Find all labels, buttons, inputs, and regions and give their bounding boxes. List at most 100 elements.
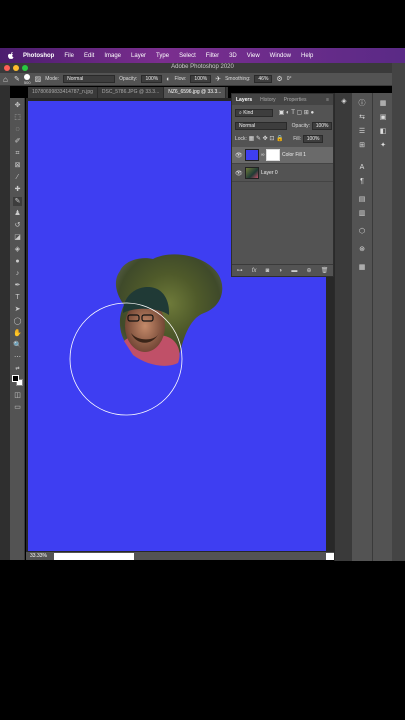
foreground-color-swatch[interactable] xyxy=(12,375,19,382)
eyedropper-tool-icon[interactable]: ⁄ xyxy=(13,173,22,182)
blur-tool-icon[interactable]: ● xyxy=(13,257,22,266)
screen-mode-icon[interactable]: ▭ xyxy=(13,403,22,412)
menu-help[interactable]: Help xyxy=(296,53,318,59)
menu-type[interactable]: Type xyxy=(151,53,174,59)
ellipse-tool-icon[interactable]: ◯ xyxy=(13,317,22,326)
lasso-tool-icon[interactable]: ◌ xyxy=(13,125,22,134)
zoom-level[interactable]: 33.33% xyxy=(30,553,47,559)
filter-toggle-icon[interactable]: ● xyxy=(310,110,314,116)
smoothing-input[interactable]: 46% xyxy=(254,75,273,83)
move-tool-icon[interactable]: ✥ xyxy=(13,101,22,110)
menu-edit[interactable]: Edit xyxy=(79,53,99,59)
lock-paint-icon[interactable]: ✎ xyxy=(256,136,261,142)
mode-select[interactable]: Normal xyxy=(63,75,116,83)
menu-3d[interactable]: 3D xyxy=(224,53,242,59)
lock-move-icon[interactable]: ✥ xyxy=(263,136,268,142)
hand-tool-icon[interactable]: ✋ xyxy=(13,329,22,338)
menu-filter[interactable]: Filter xyxy=(201,53,224,59)
tab-layers[interactable]: Layers xyxy=(232,97,256,103)
doc-tab-2[interactable]: DSC_5786.JPG @ 33.3... xyxy=(98,87,165,98)
paint-bucket-icon[interactable]: ◈ xyxy=(13,245,22,254)
paths-icon[interactable]: ⊛ xyxy=(357,245,367,255)
menu-image[interactable]: Image xyxy=(99,53,126,59)
brushes-icon[interactable]: ✦ xyxy=(378,141,388,151)
menu-view[interactable]: View xyxy=(242,53,265,59)
tab-properties[interactable]: Properties xyxy=(280,97,311,103)
brush-tool-icon[interactable]: ✎ xyxy=(14,75,20,83)
menu-select[interactable]: Select xyxy=(174,53,201,59)
quick-mask-icon[interactable]: ◫ xyxy=(13,391,22,400)
3d-icon[interactable]: ⬡ xyxy=(357,227,367,237)
doc-tab-1[interactable]: 10780699833414787_n.jpg xyxy=(28,87,98,98)
eraser-tool-icon[interactable]: ◪ xyxy=(13,233,22,242)
crop-tool-icon[interactable]: ⌗ xyxy=(13,149,22,158)
layer-mask-thumbnail[interactable] xyxy=(266,149,280,161)
angle-value[interactable]: 0° xyxy=(287,76,292,82)
menu-file[interactable]: File xyxy=(59,53,79,59)
adjustment-icon[interactable]: ◑ xyxy=(279,268,283,274)
properties-icon[interactable]: ▦ xyxy=(378,99,388,109)
layer-row-layer-0[interactable]: 👁 Layer 0 xyxy=(232,165,333,182)
visibility-eye-icon[interactable]: 👁 xyxy=(235,170,243,177)
dodge-tool-icon[interactable]: ♪ xyxy=(13,269,22,278)
swap-colors-icon[interactable]: ⇄ xyxy=(13,365,22,374)
info-icon[interactable]: ⓘ xyxy=(357,99,367,109)
apple-menu-icon[interactable] xyxy=(4,52,18,59)
filter-adjust-icon[interactable]: ◐ xyxy=(286,110,290,116)
history-icon[interactable]: ▣ xyxy=(378,113,388,123)
levels-icon[interactable]: ☰ xyxy=(357,127,367,137)
airbrush-icon[interactable]: ✈ xyxy=(215,75,221,83)
paragraph-icon[interactable]: ¶ xyxy=(357,177,367,187)
tab-history[interactable]: History xyxy=(256,97,280,103)
mask-icon[interactable]: ◙ xyxy=(266,268,270,274)
pressure-opacity-icon[interactable]: ◐ xyxy=(166,76,170,83)
home-icon[interactable]: ⌂ xyxy=(3,75,8,84)
lock-all-icon[interactable]: 🔒 xyxy=(276,136,283,142)
filter-pixel-icon[interactable]: ▣ xyxy=(279,110,285,116)
brush-settings-icon[interactable]: ▨ xyxy=(35,75,42,83)
notes-icon[interactable]: ▤ xyxy=(357,195,367,205)
opacity-input[interactable]: 100% xyxy=(141,75,163,83)
layer-name[interactable]: Layer 0 xyxy=(261,170,278,176)
brush-tool-icon[interactable]: ✎ xyxy=(13,197,22,206)
swatches-grid-icon[interactable]: ▦ xyxy=(357,263,367,273)
lock-pixels-icon[interactable]: ▦ xyxy=(249,136,255,142)
flow-input[interactable]: 100% xyxy=(190,75,212,83)
menu-layer[interactable]: Layer xyxy=(126,53,151,59)
visibility-eye-icon[interactable]: 👁 xyxy=(235,152,243,159)
menu-window[interactable]: Window xyxy=(265,53,296,59)
filter-type-icon[interactable]: T xyxy=(291,110,295,116)
color-icon[interactable]: ◧ xyxy=(378,127,388,137)
adjust-panel-icon[interactable]: ⇆ xyxy=(357,113,367,123)
type-tool-icon[interactable]: T xyxy=(13,293,22,302)
filter-shape-icon[interactable]: ▢ xyxy=(296,110,302,116)
healing-brush-icon[interactable]: ✚ xyxy=(13,185,22,194)
path-select-icon[interactable]: ➤ xyxy=(13,305,22,314)
pen-tool-icon[interactable]: ✒ xyxy=(13,281,22,290)
filter-smart-icon[interactable]: ⊞ xyxy=(304,110,309,116)
filter-kind-select[interactable]: ⌕ Kind xyxy=(235,109,273,117)
layer-fill-input[interactable]: 100% xyxy=(302,135,324,143)
quick-select-tool-icon[interactable]: ✐ xyxy=(13,137,22,146)
glyphs-icon[interactable]: ▥ xyxy=(357,209,367,219)
layer-row-color-fill[interactable]: 👁 ∞ Color Fill 1 xyxy=(232,147,333,164)
blend-mode-select[interactable]: Normal xyxy=(235,122,287,130)
trash-icon[interactable]: 🗑 xyxy=(321,267,329,274)
marquee-tool-icon[interactable]: ⬚ xyxy=(13,113,22,122)
menu-photoshop[interactable]: Photoshop xyxy=(18,53,59,59)
panel-menu-icon[interactable]: ≡ xyxy=(322,97,333,103)
more-tools-icon[interactable]: ⋯ xyxy=(13,353,22,362)
layer-name[interactable]: Color Fill 1 xyxy=(282,152,306,158)
lock-artboard-icon[interactable]: ⊡ xyxy=(269,136,274,142)
group-icon[interactable]: ▬ xyxy=(291,268,297,274)
doc-tab-3[interactable]: NZ6_6596.jpg @ 33.3... xyxy=(164,87,227,98)
layer-opacity-input[interactable]: 100% xyxy=(311,122,333,130)
clone-stamp-icon[interactable]: ♟ xyxy=(13,209,22,218)
zoom-tool-icon[interactable]: 🔍 xyxy=(13,341,22,350)
brush-preset-picker[interactable]: 500 xyxy=(24,73,31,85)
new-layer-icon[interactable]: ⊕ xyxy=(307,267,312,274)
frame-tool-icon[interactable]: ⊠ xyxy=(13,161,22,170)
character-icon[interactable]: A xyxy=(357,163,367,173)
layers-dock-icon[interactable]: ◈ xyxy=(339,97,349,107)
history-brush-icon[interactable]: ↺ xyxy=(13,221,22,230)
